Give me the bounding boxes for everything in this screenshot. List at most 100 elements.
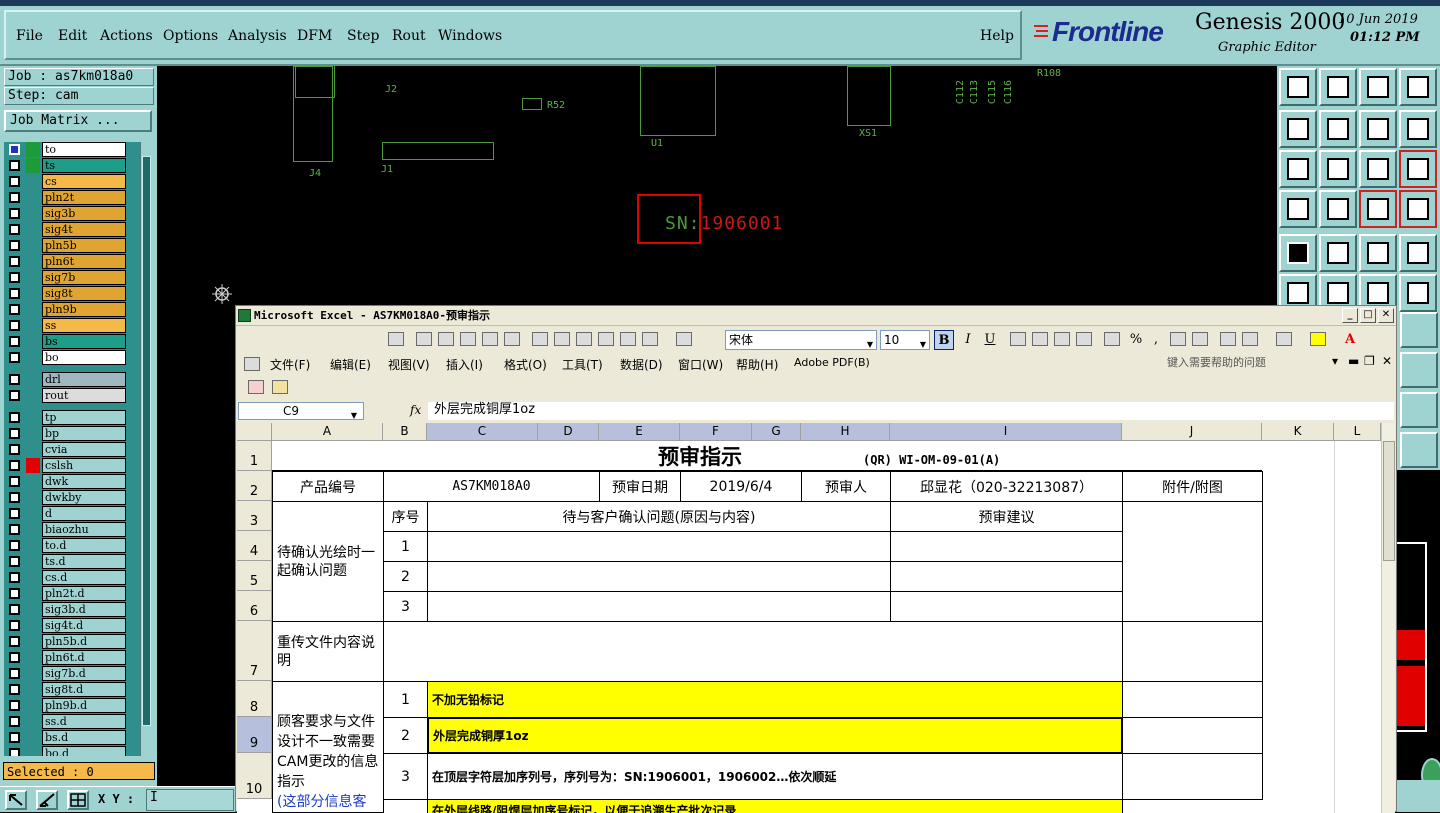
xl-menu-adobe-pdf[interactable]: Adobe PDF(B) [794, 356, 870, 369]
attachment-cell[interactable] [1122, 621, 1263, 682]
chart-wizard-icon[interactable] [388, 332, 404, 346]
zoom-fit-icon[interactable] [1279, 150, 1317, 188]
row-header[interactable]: 6 [237, 591, 272, 621]
xl-menu-tools[interactable]: 工具(T) [562, 356, 603, 373]
font-name-select[interactable]: 宋体 ▼ [725, 330, 877, 350]
help-icon[interactable] [1399, 150, 1437, 188]
layer-name[interactable]: rout [42, 388, 126, 403]
layer-row[interactable]: sig3b [6, 206, 126, 221]
layer-name[interactable]: sig7b.d [42, 666, 126, 681]
layer-checkbox[interactable] [9, 352, 20, 363]
net-icon[interactable] [1399, 190, 1437, 228]
undo-icon[interactable] [1359, 110, 1397, 148]
layer-checkbox[interactable] [9, 390, 20, 401]
row-header[interactable]: 1 [237, 441, 272, 471]
layer-name[interactable]: bp [42, 426, 126, 441]
font-size-select[interactable]: 10 ▼ [880, 330, 930, 350]
layer-affected-mark[interactable] [26, 618, 40, 633]
layer-row[interactable]: to.d [6, 538, 126, 553]
layer-row[interactable]: cslsh [6, 458, 126, 473]
outdent-icon[interactable] [1220, 332, 1236, 346]
col-header-k[interactable]: K [1262, 423, 1334, 441]
attachment-cell[interactable] [1122, 753, 1263, 800]
layer-affected-mark[interactable] [26, 190, 40, 205]
pad-icon[interactable] [1399, 234, 1437, 272]
item-no-cell[interactable]: 3 [383, 753, 428, 800]
layer-row[interactable]: pln5b.d [6, 634, 126, 649]
layer-checkbox[interactable] [9, 588, 20, 599]
layer-checkbox[interactable] [9, 524, 20, 535]
excel-window[interactable]: Microsoft Excel - AS7KM018A0-预审指示 _ □ ✕ … [235, 305, 1397, 813]
attachment-cell[interactable] [1122, 717, 1263, 754]
doc-minimize-icon[interactable]: ▬ [1348, 354, 1359, 368]
name-box[interactable]: C9 ▼ [238, 402, 364, 420]
col-header-f[interactable]: F [680, 423, 752, 441]
item-no-cell[interactable]: 1 [383, 681, 428, 718]
cursor-icon[interactable] [1400, 432, 1438, 468]
active-cell-c9[interactable]: 外层完成铜厚1oz [427, 717, 1123, 754]
layer-checkbox[interactable] [9, 176, 20, 187]
layer-row[interactable]: cs.d [6, 570, 126, 585]
layer-checkbox[interactable] [9, 572, 20, 583]
layer-name[interactable]: ss [42, 318, 126, 333]
seq-cell[interactable]: 3 [383, 591, 428, 622]
layer-name[interactable]: dwk [42, 474, 126, 489]
layer-affected-mark[interactable] [26, 238, 40, 253]
col-header-i[interactable]: I [890, 423, 1122, 441]
zoom-home-icon[interactable] [1319, 150, 1357, 188]
col-header-g[interactable]: G [752, 423, 801, 441]
layer-checkbox[interactable] [9, 716, 20, 727]
paint-icon[interactable] [620, 332, 636, 346]
attachment-label[interactable]: 附件/附图 [1122, 471, 1263, 502]
layer-checkbox[interactable] [9, 144, 20, 155]
layer-affected-mark[interactable] [26, 142, 40, 157]
seq-cell[interactable]: 2 [383, 561, 428, 592]
layer-row[interactable]: rout [6, 388, 126, 403]
layer-checkbox[interactable] [9, 540, 20, 551]
layer-checkbox[interactable] [9, 208, 20, 219]
route-icon[interactable] [1399, 274, 1437, 312]
layer-name[interactable]: tp [42, 410, 126, 425]
attachment-cell[interactable] [1122, 501, 1263, 622]
menu-options[interactable]: Options [163, 28, 218, 44]
layer-name[interactable]: pln2t.d [42, 586, 126, 601]
layer-checkbox[interactable] [9, 336, 20, 347]
home-icon[interactable] [1359, 68, 1397, 106]
pie-icon[interactable] [438, 332, 454, 346]
row-header[interactable]: 9 [237, 717, 272, 753]
line-icon[interactable] [576, 332, 592, 346]
align-center-icon[interactable] [1032, 332, 1048, 346]
tools-icon[interactable] [1279, 190, 1317, 228]
worksheet-grid[interactable]: A B C D E F G H I J K L 1 2 3 4 5 6 7 8 … [237, 423, 1381, 813]
layer-name[interactable]: cs [42, 174, 126, 189]
row-header[interactable]: 10 [237, 753, 272, 799]
flip-icon[interactable] [1400, 312, 1438, 348]
layer-affected-mark[interactable] [26, 506, 40, 521]
xl-menu-window[interactable]: 窗口(W) [678, 356, 723, 373]
menu-rout[interactable]: Rout [392, 28, 426, 44]
layer-name[interactable]: bo [42, 350, 126, 365]
layer-checkbox[interactable] [9, 412, 20, 423]
layer-checkbox[interactable] [9, 620, 20, 631]
layer-checkbox[interactable] [9, 556, 20, 567]
layer-affected-mark[interactable] [26, 372, 40, 387]
xl-menu-view[interactable]: 视图(V) [388, 356, 430, 373]
decrease-decimal-icon[interactable] [1192, 332, 1208, 346]
layer-affected-mark[interactable] [26, 602, 40, 617]
sheet-scroll-thumb[interactable] [1383, 441, 1395, 561]
layer-row[interactable]: sig4t.d [6, 618, 126, 633]
layer-affected-mark[interactable] [26, 388, 40, 403]
indent-icon[interactable] [1242, 332, 1258, 346]
layer-affected-mark[interactable] [26, 410, 40, 425]
layer-affected-mark[interactable] [26, 254, 40, 269]
layer-affected-mark[interactable] [26, 666, 40, 681]
layer-affected-mark[interactable] [26, 174, 40, 189]
layer-checkbox[interactable] [9, 428, 20, 439]
layer-row[interactable]: pln2t [6, 190, 126, 205]
suggestion-cell[interactable] [890, 591, 1123, 622]
polygon-icon[interactable] [1400, 392, 1438, 428]
layer-name[interactable]: pln6t.d [42, 650, 126, 665]
step-up-icon[interactable] [1279, 68, 1317, 106]
columns-icon[interactable] [416, 332, 432, 346]
item-cell[interactable]: 在外层线路/阻焊层加序号标记，以便于追溯生产批次记录 [427, 799, 1123, 813]
